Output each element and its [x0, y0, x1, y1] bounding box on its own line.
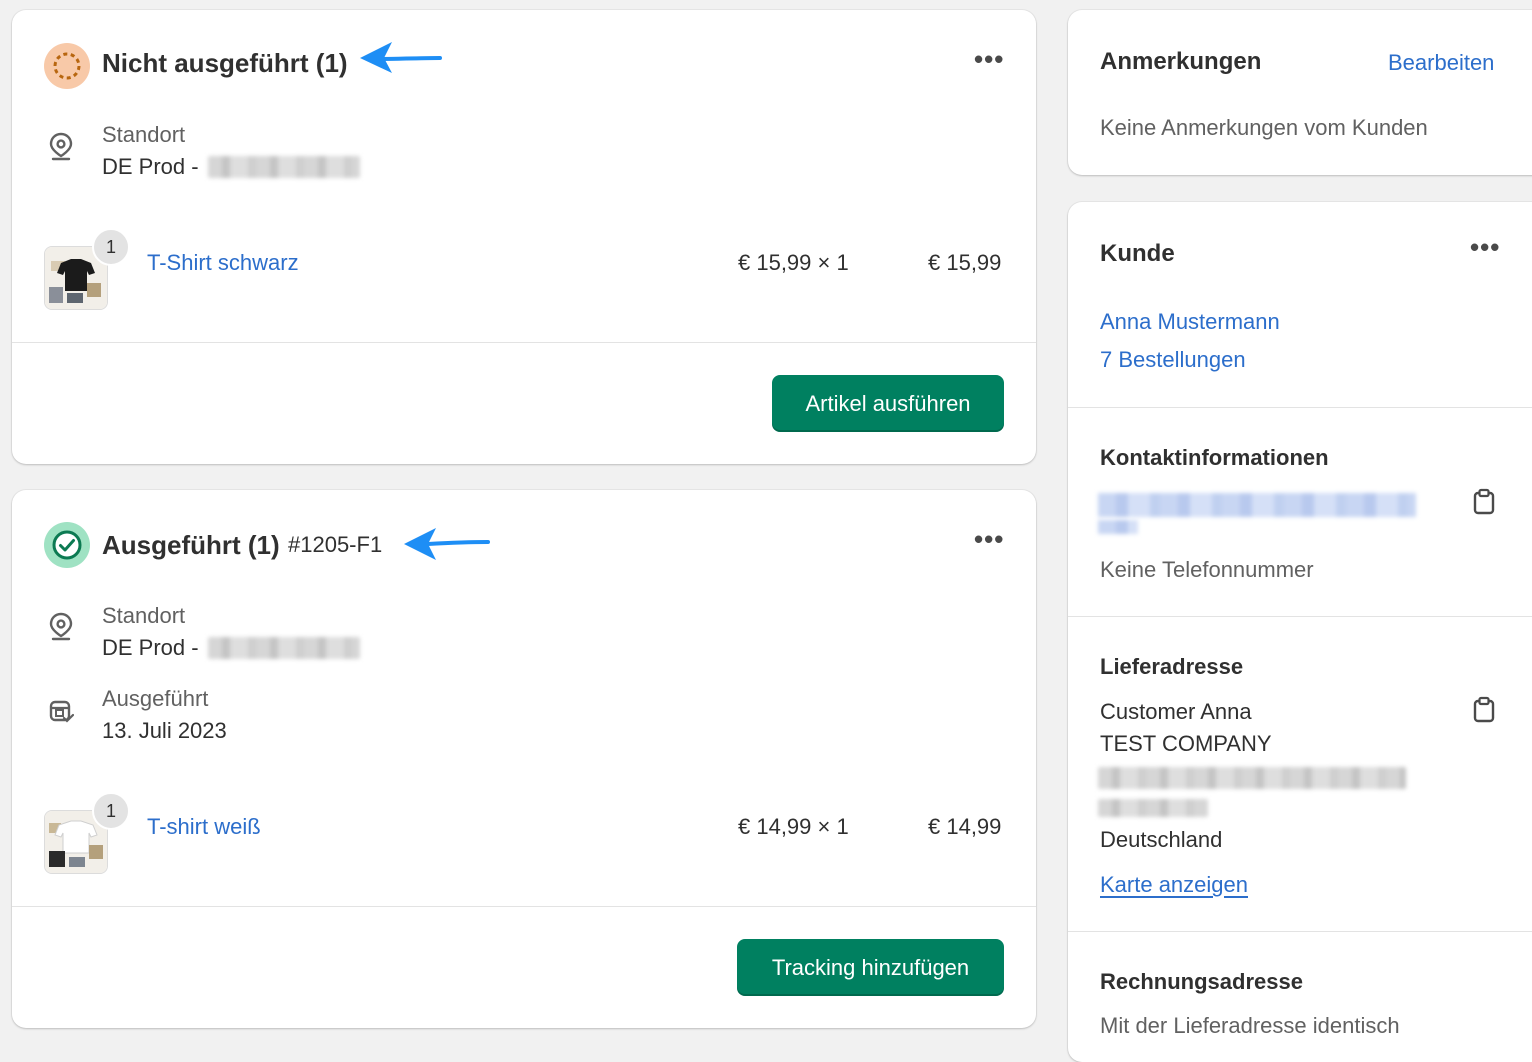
copy-email-icon[interactable]	[1472, 488, 1496, 516]
quantity-badge: 1	[92, 228, 130, 266]
copy-address-icon[interactable]	[1472, 696, 1496, 724]
card-divider	[12, 906, 1036, 907]
location-pin-icon	[48, 132, 74, 162]
location-pin-icon	[48, 612, 74, 642]
section-divider	[1068, 407, 1532, 408]
section-divider	[1068, 931, 1532, 932]
billing-address-title: Rechnungsadresse	[1100, 969, 1303, 994]
customer-card: Kunde ••• Anna Mustermann 7 Bestellungen…	[1068, 202, 1532, 1062]
product-link-tshirt-weiss[interactable]: T-shirt weiß	[147, 814, 261, 840]
line-total: € 15,99	[928, 250, 1002, 275]
show-map-link[interactable]: Karte anzeigen	[1100, 872, 1248, 898]
fulfilled-card: Ausgeführt (1) #1205-F1 ••• Standort DE …	[12, 490, 1036, 1028]
unfulfilled-card: Nicht ausgeführt (1) ••• Standort DE Pro…	[12, 10, 1036, 464]
notes-title: Anmerkungen	[1100, 48, 1262, 75]
location-label: Standort	[102, 122, 186, 147]
customer-title: Kunde	[1100, 240, 1175, 267]
redacted-email	[1098, 493, 1416, 517]
product-link-tshirt-schwarz[interactable]: T-Shirt schwarz	[147, 250, 299, 276]
redacted-location	[208, 156, 360, 178]
shipping-country: Deutschland	[1100, 827, 1223, 852]
fulfilled-more-button[interactable]: •••	[974, 526, 1004, 552]
billing-same-text: Mit der Lieferadresse identisch	[1100, 1013, 1400, 1038]
fulfillment-id: #1205-F1	[288, 532, 383, 557]
shipping-line-name: Customer Anna	[1100, 699, 1252, 724]
unit-price-qty: € 15,99 × 1	[738, 250, 849, 275]
notes-empty-text: Keine Anmerkungen vom Kunden	[1100, 115, 1428, 140]
annotation-arrow-icon	[358, 40, 442, 76]
shipping-line-company: TEST COMPANY	[1100, 731, 1272, 756]
redacted-email-cont	[1098, 520, 1138, 534]
customer-name-link[interactable]: Anna Mustermann	[1100, 309, 1280, 335]
redacted-street	[1098, 767, 1406, 789]
fulfill-items-button[interactable]: Artikel ausführen	[772, 375, 1004, 432]
notes-card: Anmerkungen Bearbeiten Keine Anmerkungen…	[1068, 10, 1532, 175]
unfulfilled-status-icon	[44, 43, 90, 89]
fulfilled-title: Ausgeführt (1)	[102, 530, 280, 560]
redacted-location	[208, 637, 360, 659]
shipping-address-title: Lieferadresse	[1100, 654, 1244, 679]
redacted-city	[1098, 799, 1208, 817]
location-value: DE Prod -	[102, 154, 199, 179]
line-total: € 14,99	[928, 814, 1002, 839]
card-divider	[12, 342, 1036, 343]
customer-orders-link[interactable]: 7 Bestellungen	[1100, 347, 1246, 373]
location-label: Standort	[102, 603, 186, 628]
fulfilled-status-icon	[44, 522, 90, 568]
unfulfilled-title: Nicht ausgeführt (1)	[102, 48, 348, 78]
add-tracking-button[interactable]: Tracking hinzufügen	[737, 939, 1004, 996]
location-value: DE Prod -	[102, 635, 199, 660]
customer-more-button[interactable]: •••	[1470, 234, 1500, 260]
fulfilled-date-label: Ausgeführt	[102, 686, 209, 711]
section-divider	[1068, 616, 1532, 617]
unfulfilled-more-button[interactable]: •••	[974, 46, 1004, 72]
contact-info-title: Kontaktinformationen	[1100, 445, 1329, 470]
quantity-badge: 1	[92, 792, 130, 830]
delivery-box-icon	[48, 696, 75, 724]
annotation-arrow-icon	[402, 526, 490, 562]
fulfilled-date-value: 13. Juli 2023	[102, 718, 227, 743]
notes-edit-link[interactable]: Bearbeiten	[1388, 50, 1494, 76]
no-phone-text: Keine Telefonnummer	[1100, 557, 1314, 582]
unit-price-qty: € 14,99 × 1	[738, 814, 849, 839]
